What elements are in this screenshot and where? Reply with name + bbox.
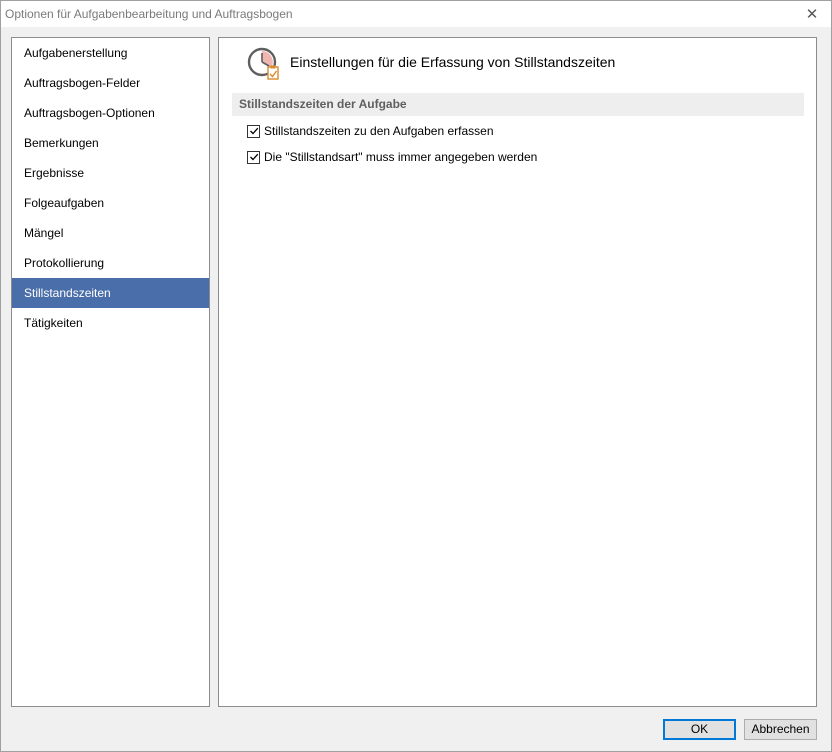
option-downtime-type-required[interactable]: Die "Stillstandsart" muss immer angegebe…	[247, 149, 537, 165]
category-list: Aufgabenerstellung Auftragsbogen-Felder …	[11, 37, 210, 707]
checkmark-icon	[249, 127, 258, 135]
page-title: Einstellungen für die Erfassung von Stil…	[290, 54, 616, 70]
cancel-button[interactable]: Abbrechen	[744, 719, 817, 740]
sidebar-item-protokollierung[interactable]: Protokollierung	[12, 248, 209, 278]
window-title: Optionen für Aufgabenbearbeitung und Auf…	[5, 7, 293, 21]
section-header: Stillstandszeiten der Aufgabe	[232, 93, 804, 116]
sidebar-item-taetigkeiten[interactable]: Tätigkeiten	[12, 308, 209, 338]
clock-checklist-icon	[247, 47, 281, 81]
sidebar-item-maengel[interactable]: Mängel	[12, 218, 209, 248]
ok-button[interactable]: OK	[663, 719, 736, 740]
sidebar-item-bemerkungen[interactable]: Bemerkungen	[12, 128, 209, 158]
category-items: Aufgabenerstellung Auftragsbogen-Felder …	[12, 38, 209, 338]
close-button[interactable]: ✕	[797, 1, 827, 27]
sidebar-item-ergebnisse[interactable]: Ergebnisse	[12, 158, 209, 188]
title-bar: Optionen für Aufgabenbearbeitung und Auf…	[1, 1, 831, 27]
checkbox-label: Die "Stillstandsart" muss immer angegebe…	[264, 150, 538, 164]
checkbox-record-downtimes[interactable]	[247, 124, 260, 138]
checkbox-label: Stillstandszeiten zu den Aufgaben erfass…	[264, 124, 494, 138]
sidebar-item-auftragsbogen-optionen[interactable]: Auftragsbogen-Optionen	[12, 98, 209, 128]
sidebar-item-auftragsbogen-felder[interactable]: Auftragsbogen-Felder	[12, 68, 209, 98]
checkbox-downtime-type-required[interactable]	[247, 150, 260, 164]
option-record-downtimes[interactable]: Stillstandszeiten zu den Aufgaben erfass…	[247, 123, 494, 139]
section-title: Stillstandszeiten der Aufgabe	[239, 97, 407, 111]
settings-panel: Einstellungen für die Erfassung von Stil…	[218, 37, 817, 707]
sidebar-item-stillstandszeiten[interactable]: Stillstandszeiten	[12, 278, 209, 308]
close-icon: ✕	[805, 6, 819, 23]
checkmark-icon	[249, 153, 258, 161]
sidebar-item-aufgabenerstellung[interactable]: Aufgabenerstellung	[12, 38, 209, 68]
sidebar-item-folgeaufgaben[interactable]: Folgeaufgaben	[12, 188, 209, 218]
